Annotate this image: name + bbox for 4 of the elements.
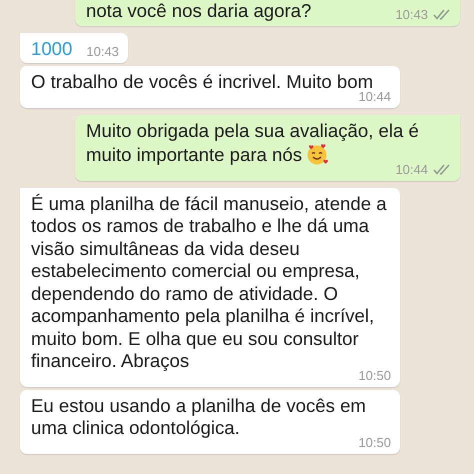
message-text: nota você nos daria agora?	[86, 0, 312, 22]
message-time: 10:43	[86, 44, 119, 60]
message-text: 1000	[31, 38, 72, 60]
message-time: 10:43	[395, 6, 428, 22]
